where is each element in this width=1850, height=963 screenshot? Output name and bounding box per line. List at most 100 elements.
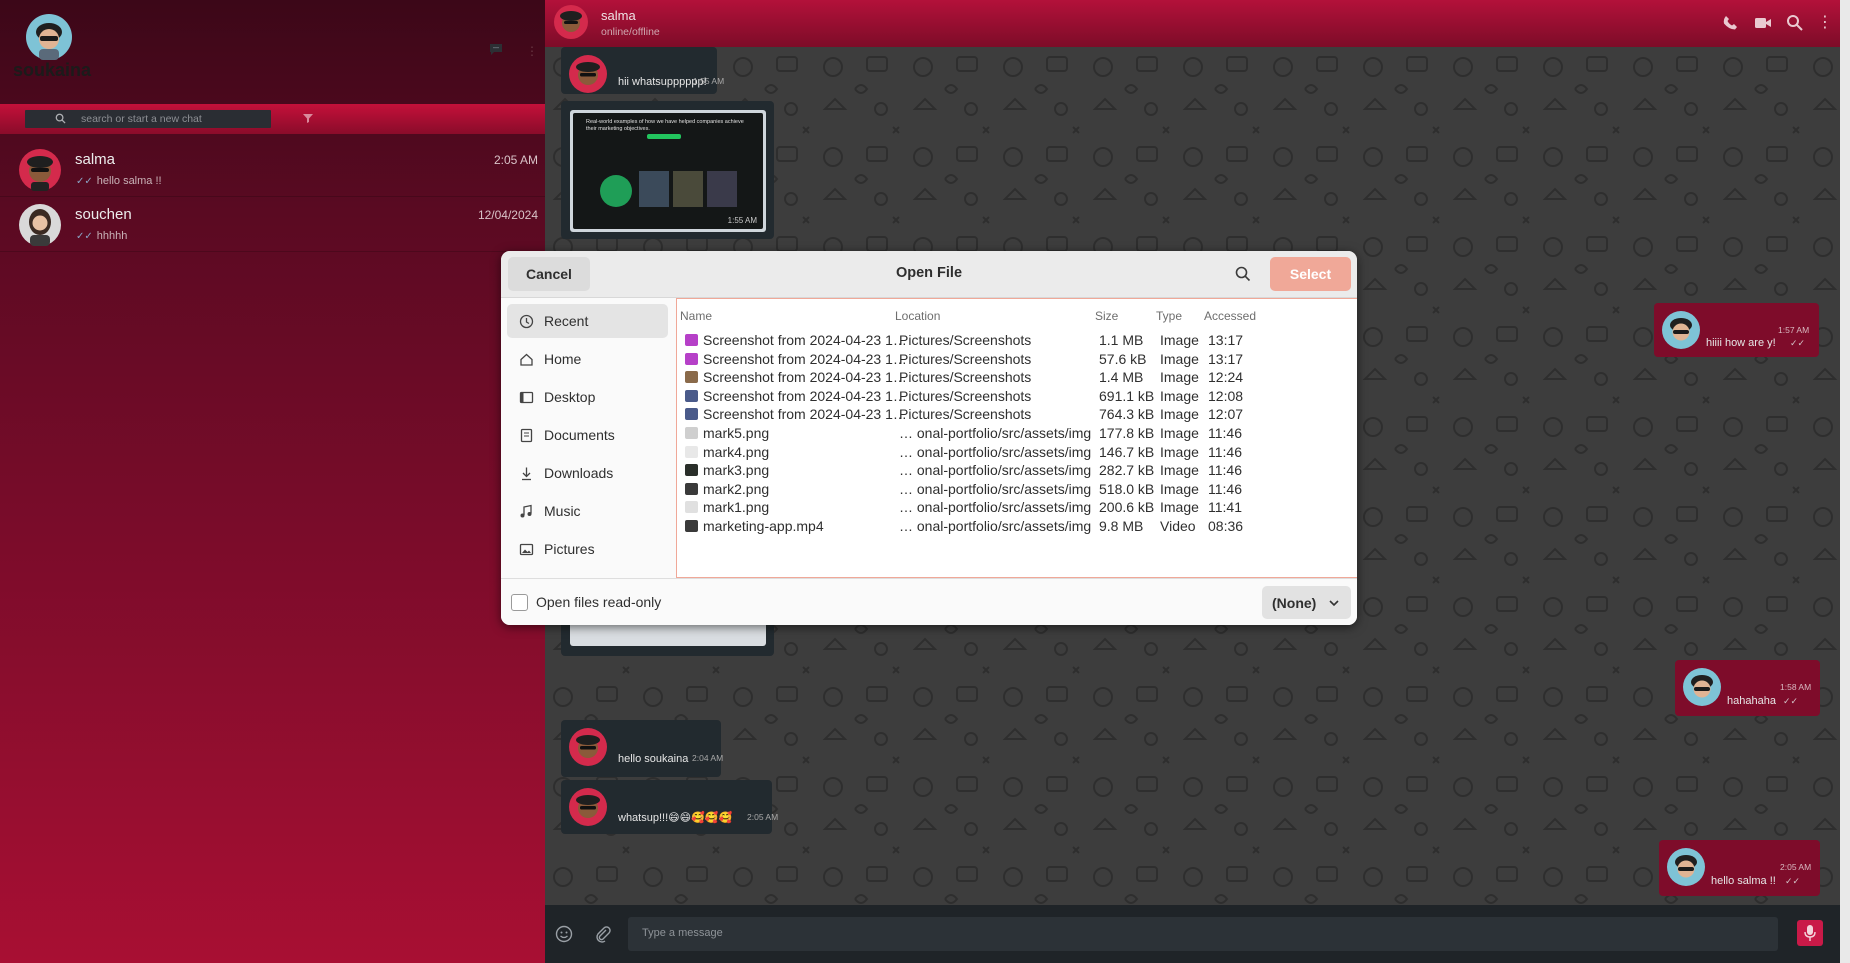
file-type: Image: [1160, 406, 1199, 423]
search-input[interactable]: search or start a new chat: [25, 110, 271, 128]
chat-list-item-souchen[interactable]: souchen ✓✓ hhhhh 12/04/2024: [0, 197, 545, 252]
file-name: Screenshot from 2024-04-23 1…: [703, 406, 907, 423]
message-text: hello salma !!: [1711, 875, 1776, 887]
message-input[interactable]: Type a message: [628, 917, 1778, 951]
new-chat-icon[interactable]: [488, 41, 504, 57]
place-home[interactable]: Home: [507, 342, 668, 376]
search-placeholder: search or start a new chat: [81, 113, 202, 125]
file-location: Pictures/Screenshots: [899, 350, 1032, 367]
message-time: 1:55 AM: [693, 76, 725, 86]
file-type: Image: [1160, 332, 1199, 348]
phone-icon[interactable]: [1722, 14, 1740, 32]
contact-avatar[interactable]: [554, 5, 588, 39]
dialog-header: Cancel Open File Select: [501, 251, 1357, 298]
documents-icon: [520, 428, 533, 443]
column-header-name[interactable]: Name: [680, 309, 712, 323]
file-location: … onal-portfolio/src/assets/img: [899, 480, 1092, 497]
message-bubble-outgoing[interactable]: 1:58 AM hahahaha ✓✓: [1675, 660, 1820, 716]
file-accessed: 08:36: [1208, 518, 1244, 534]
double-check-icon: ✓✓: [1785, 876, 1801, 886]
contact-name: salma: [601, 8, 636, 23]
dialog-title: Open File: [895, 265, 963, 281]
search-icon[interactable]: [1786, 14, 1804, 32]
file-location: Pictures/Screenshots: [899, 387, 1032, 404]
place-downloads[interactable]: Downloads: [507, 456, 668, 490]
avatar: [1662, 311, 1700, 349]
file-location: Pictures/Screenshots: [899, 406, 1032, 423]
message-bubble-incoming[interactable]: whatsup!!!😄😄🥰🥰🥰 2:05 AM: [561, 780, 778, 834]
file-accessed: 11:46: [1208, 443, 1242, 460]
user-avatar[interactable]: [26, 14, 72, 60]
file-accessed: 12:24: [1208, 369, 1244, 386]
file-accessed: 11:41: [1208, 499, 1242, 516]
file-name: marketing-app.mp4: [703, 518, 824, 534]
image-headline: Real-world examples of how we have helpe…: [586, 119, 744, 132]
window-scrollbar[interactable]: [1840, 0, 1850, 963]
column-header-type[interactable]: Type: [1156, 309, 1182, 323]
file-name: Screenshot from 2024-04-23 1…: [703, 369, 907, 386]
file-type: Image: [1160, 462, 1199, 479]
column-header-location[interactable]: Location: [895, 309, 940, 323]
file-size: 282.7 kB: [1099, 462, 1155, 479]
place-documents[interactable]: Documents: [507, 418, 668, 452]
file-accessed: 11:46: [1208, 425, 1242, 441]
select-button[interactable]: Select: [1270, 257, 1351, 291]
file-location: … onal-portfolio/src/assets/img: [899, 443, 1092, 460]
search-icon[interactable]: [1234, 265, 1252, 283]
contact-status: online/offline: [601, 26, 660, 38]
chat-list-item-salma[interactable]: salma ✓✓ hello salma !! 2:05 AM: [0, 142, 545, 197]
file-name: mark2.png: [703, 480, 770, 497]
message-bubble-outgoing[interactable]: 2:05 AM hello salma !! ✓✓: [1659, 840, 1820, 896]
microphone-button[interactable]: [1797, 920, 1823, 946]
file-location: Pictures/Screenshots: [899, 369, 1032, 386]
filter-icon[interactable]: [302, 112, 314, 124]
file-size: 146.7 kB: [1099, 443, 1155, 460]
column-header-size[interactable]: Size: [1095, 309, 1118, 323]
message-time: 1:57 AM: [1778, 325, 1810, 335]
video-call-icon[interactable]: [1754, 14, 1772, 32]
emoji-icon[interactable]: [555, 925, 573, 943]
chevron-down-icon: [1329, 600, 1339, 607]
file-size: 1.1 MB: [1099, 332, 1144, 348]
file-type: Image: [1160, 480, 1199, 497]
message-image-incoming[interactable]: Real-world examples of how we have helpe…: [561, 101, 774, 239]
file-name: Screenshot from 2024-04-23 1…: [703, 332, 907, 348]
file-accessed: 11:46: [1208, 462, 1242, 479]
attach-icon[interactable]: [594, 925, 612, 943]
file-type: Image: [1160, 387, 1199, 404]
file-row[interactable]: [677, 534, 1357, 556]
place-pictures[interactable]: Pictures: [507, 532, 668, 566]
file-type: Image: [1160, 443, 1199, 460]
message-bubble-incoming[interactable]: hii whatsupppppp! 1:55 AM: [561, 47, 724, 94]
column-header-accessed[interactable]: Accessed: [1204, 309, 1256, 323]
readonly-label: Open files read-only: [536, 594, 662, 610]
message-bubble-incoming[interactable]: hello soukaina 2:04 AM: [561, 720, 724, 777]
place-desktop[interactable]: Desktop: [507, 380, 668, 414]
file-accessed: 12:07: [1208, 406, 1244, 423]
chat-last-message: ✓✓ hello salma !!: [76, 175, 162, 187]
file-size: 518.0 kB: [1099, 480, 1155, 497]
file-name: Screenshot from 2024-04-23 1…: [703, 387, 907, 404]
file-size: 1.4 MB: [1099, 369, 1144, 386]
menu-dots-icon[interactable]: ⋮: [1817, 12, 1833, 32]
image-icon: [685, 334, 698, 346]
message-text: whatsup!!!😄😄🥰🥰🥰: [618, 812, 733, 824]
readonly-checkbox[interactable]: [511, 594, 528, 611]
file-size: 691.1 kB: [1099, 387, 1155, 404]
file-location: Pictures/Screenshots: [899, 332, 1032, 348]
file-filter-dropdown[interactable]: (None): [1262, 586, 1351, 619]
chat-time: 2:05 AM: [493, 153, 538, 167]
chat-name: salma: [75, 151, 116, 168]
place-music[interactable]: Music: [507, 494, 668, 528]
message-text: hello soukaina: [618, 753, 689, 765]
home-icon: [520, 353, 533, 366]
avatar: [569, 55, 607, 93]
place-recent[interactable]: Recent: [507, 304, 668, 338]
double-check-icon: ✓✓: [76, 176, 93, 187]
menu-dots-icon[interactable]: ⋮: [526, 44, 538, 58]
message-time: 2:04 AM: [692, 753, 724, 763]
message-bubble-outgoing[interactable]: 1:57 AM hiiii how are y! ✓✓: [1654, 303, 1819, 357]
file-size: 57.6 kB: [1099, 350, 1147, 367]
image-thumb-icon: [685, 389, 698, 402]
image-thumb-icon: [685, 371, 698, 384]
